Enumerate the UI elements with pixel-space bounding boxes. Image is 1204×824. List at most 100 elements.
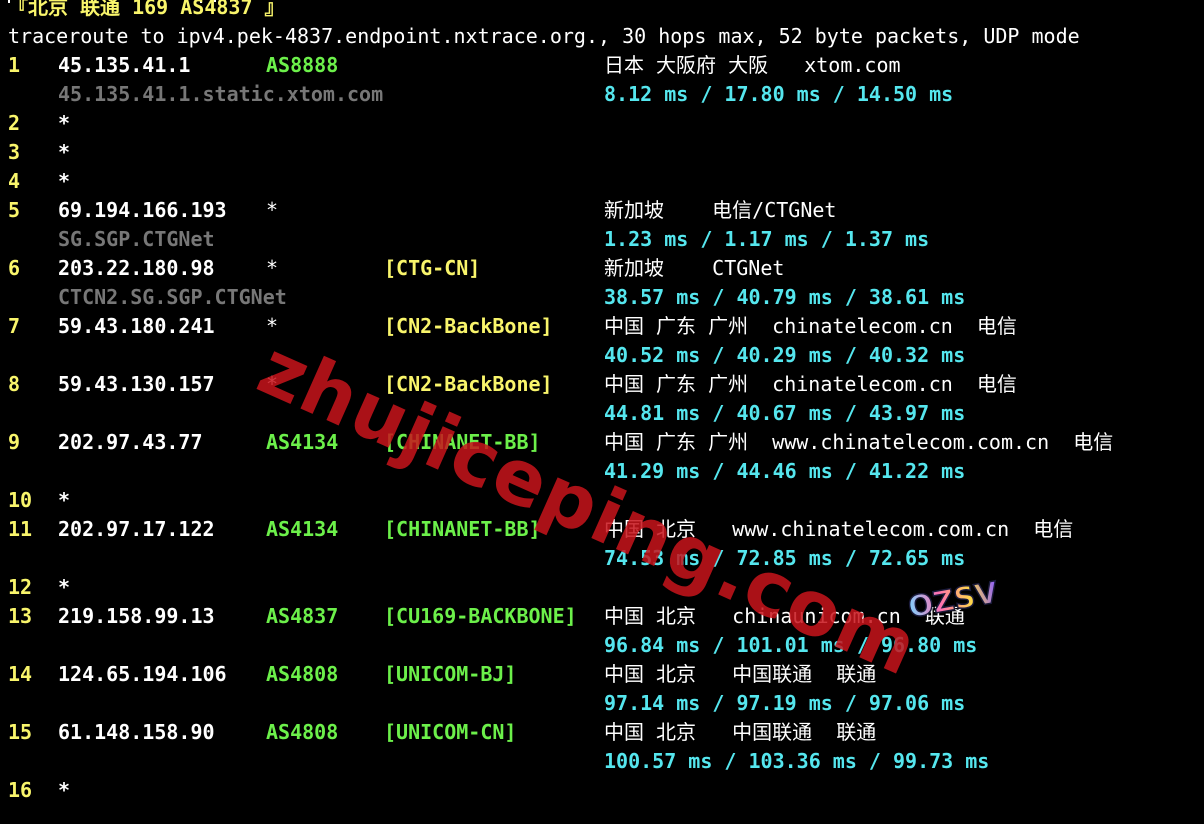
hop-number: 3 <box>8 140 21 164</box>
hop-asn: AS4837 <box>266 604 339 628</box>
hop-ip: 59.43.130.157 <box>58 372 215 396</box>
hop-detail-row: 100.57 ms / 103.36 ms / 99.73 ms <box>0 747 1204 776</box>
hop-row: 4 * <box>0 167 1204 196</box>
hop-geolocation: 中国 北京 www.chinatelecom.com.cn 电信 <box>604 517 1074 541</box>
hop-asn: AS4808 <box>266 720 339 744</box>
hop-row: 8 59.43.130.157 * [CN2-BackBone] 中国 广东 广州 ch… <box>0 370 1204 399</box>
hop-row: 16 * <box>0 776 1204 805</box>
terminal-output: 『北京 联通 169 AS4837 』 traceroute to ipv4.p… <box>0 0 1204 805</box>
hop-number: 1 <box>8 53 21 77</box>
hop-latency: 100.57 ms / 103.36 ms / 99.73 ms <box>604 749 990 773</box>
hop-detail-row: CTCN2.SG.SGP.CTGNet 38.57 ms / 40.79 ms /… <box>0 283 1204 312</box>
hop-number: 15 <box>8 720 33 744</box>
hop-number: 2 <box>8 111 21 135</box>
hop-network-tag: [CHINANET-BB] <box>384 517 541 541</box>
hop-geolocation: 中国 广东 广州 chinatelecom.cn 电信 <box>604 314 1017 338</box>
hop-geolocation: 日本 大阪府 大阪 xtom.com <box>604 53 901 77</box>
hop-ip: 124.65.194.106 <box>58 662 227 686</box>
hop-asn: AS4134 <box>266 430 339 454</box>
hop-latency: 38.57 ms / 40.79 ms / 38.61 ms <box>604 285 966 309</box>
hop-row: 9 202.97.43.77 AS4134 [CHINANET-BB] 中国 广东 广州… <box>0 428 1204 457</box>
hop-geolocation: 中国 北京 中国联通 联通 <box>604 662 877 686</box>
hop-network-tag: [CN2-BackBone] <box>384 314 553 338</box>
hop-geolocation: 中国 广东 广州 www.chinatelecom.com.cn 电信 <box>604 430 1114 454</box>
hop-row: 1 45.135.41.1 AS8888 日本 大阪府 大阪 xtom.com <box>0 51 1204 80</box>
hop-ip: * <box>58 111 71 135</box>
hop-network-tag: [CHINANET-BB] <box>384 430 541 454</box>
hop-geolocation: 新加坡 电信/CTGNet <box>604 198 837 222</box>
hop-number: 8 <box>8 372 21 396</box>
hop-ip: * <box>58 140 71 164</box>
hop-detail-row: 97.14 ms / 97.19 ms / 97.06 ms <box>0 689 1204 718</box>
route-label: 『北京 联通 169 AS4837 』 <box>8 0 285 19</box>
hop-row: 5 69.194.166.193 * 新加坡 电信/CTGNet <box>0 196 1204 225</box>
hop-latency: 40.52 ms / 40.29 ms / 40.32 ms <box>604 343 966 367</box>
hop-asn: * <box>266 314 279 338</box>
hop-row: 14 124.65.194.106 AS4808 [UNICOM-BJ] 中国 北京 中… <box>0 660 1204 689</box>
hop-detail-row: 96.84 ms / 101.01 ms / 96.80 ms <box>0 631 1204 660</box>
hop-asn: * <box>266 256 279 280</box>
hop-number: 10 <box>8 488 33 512</box>
hop-number: 4 <box>8 169 21 193</box>
command-line: traceroute to ipv4.pek-4837.endpoint.nxt… <box>0 22 1204 51</box>
hop-detail-row: 41.29 ms / 44.46 ms / 41.22 ms <box>0 457 1204 486</box>
hop-number: 9 <box>8 430 21 454</box>
hop-latency: 1.23 ms / 1.17 ms / 1.37 ms <box>604 227 930 251</box>
hop-detail-row: 74.53 ms / 72.85 ms / 72.65 ms <box>0 544 1204 573</box>
hop-row: 2 * <box>0 109 1204 138</box>
hop-row: 12 * <box>0 573 1204 602</box>
hop-row: 15 61.148.158.90 AS4808 [UNICOM-CN] 中国 北京 中国… <box>0 718 1204 747</box>
hop-number: 16 <box>8 778 33 802</box>
hop-hostname: 45.135.41.1.static.xtom.com <box>58 82 384 106</box>
hop-ip: 61.148.158.90 <box>58 720 215 744</box>
hop-number: 14 <box>8 662 33 686</box>
traceroute-command: traceroute to ipv4.pek-4837.endpoint.nxt… <box>8 24 1080 48</box>
hop-hostname: SG.SGP.CTGNet <box>58 227 215 251</box>
hop-network-tag: [CU169-BACKBONE] <box>384 604 577 628</box>
hop-asn: AS4808 <box>266 662 339 686</box>
hop-row: 3 * <box>0 138 1204 167</box>
hop-asn: * <box>266 372 279 396</box>
hop-ip: 219.158.99.13 <box>58 604 215 628</box>
hop-ip: * <box>58 575 71 599</box>
hop-latency: 97.14 ms / 97.19 ms / 97.06 ms <box>604 691 966 715</box>
hop-number: 13 <box>8 604 33 628</box>
hop-latency: 44.81 ms / 40.67 ms / 43.97 ms <box>604 401 966 425</box>
hop-detail-row: SG.SGP.CTGNet 1.23 ms / 1.17 ms / 1.37 ms <box>0 225 1204 254</box>
hop-detail-row: 44.81 ms / 40.67 ms / 43.97 ms <box>0 399 1204 428</box>
hop-hostname: CTCN2.SG.SGP.CTGNet <box>58 285 287 309</box>
hop-latency: 74.53 ms / 72.85 ms / 72.65 ms <box>604 546 966 570</box>
hop-ip: * <box>58 778 71 802</box>
hop-row: 7 59.43.180.241 * [CN2-BackBone] 中国 广东 广州 ch… <box>0 312 1204 341</box>
hop-number: 7 <box>8 314 21 338</box>
hop-detail-row: 40.52 ms / 40.29 ms / 40.32 ms <box>0 341 1204 370</box>
hop-ip: 45.135.41.1 <box>58 53 191 77</box>
hop-asn: AS8888 <box>266 53 339 77</box>
hop-row: 13 219.158.99.13 AS4837 [CU169-BACKBONE] 中国 … <box>0 602 1204 631</box>
hop-row: 11 202.97.17.122 AS4134 [CHINANET-BB] 中国 北京 … <box>0 515 1204 544</box>
hop-asn: AS4134 <box>266 517 339 541</box>
hop-latency: 96.84 ms / 101.01 ms / 96.80 ms <box>604 633 978 657</box>
hop-geolocation: 中国 北京 中国联通 联通 <box>604 720 877 744</box>
hop-ip: 202.97.17.122 <box>58 517 215 541</box>
hop-ip: 203.22.180.98 <box>58 256 215 280</box>
hop-asn: * <box>266 198 279 222</box>
hop-ip: * <box>58 488 71 512</box>
hop-ip: 59.43.180.241 <box>58 314 215 338</box>
hop-geolocation: 中国 广东 广州 chinatelecom.cn 电信 <box>604 372 1017 396</box>
hop-ip: 69.194.166.193 <box>58 198 227 222</box>
hop-network-tag: [CTG-CN] <box>384 256 481 280</box>
hop-latency: 41.29 ms / 44.46 ms / 41.22 ms <box>604 459 966 483</box>
hop-network-tag: [CN2-BackBone] <box>384 372 553 396</box>
hop-network-tag: [UNICOM-CN] <box>384 720 517 744</box>
hop-latency: 8.12 ms / 17.80 ms / 14.50 ms <box>604 82 954 106</box>
hop-row: 6 203.22.180.98 * [CTG-CN] 新加坡 CTGNet <box>0 254 1204 283</box>
hop-ip: * <box>58 169 71 193</box>
hop-number: 5 <box>8 198 21 222</box>
hop-detail-row: 45.135.41.1.static.xtom.com 8.12 ms / 17.… <box>0 80 1204 109</box>
hop-network-tag: [UNICOM-BJ] <box>384 662 517 686</box>
hop-ip: 202.97.43.77 <box>58 430 203 454</box>
hop-number: 6 <box>8 256 21 280</box>
header-line: 『北京 联通 169 AS4837 』 <box>0 0 1204 22</box>
hop-geolocation: 新加坡 CTGNet <box>604 256 785 280</box>
